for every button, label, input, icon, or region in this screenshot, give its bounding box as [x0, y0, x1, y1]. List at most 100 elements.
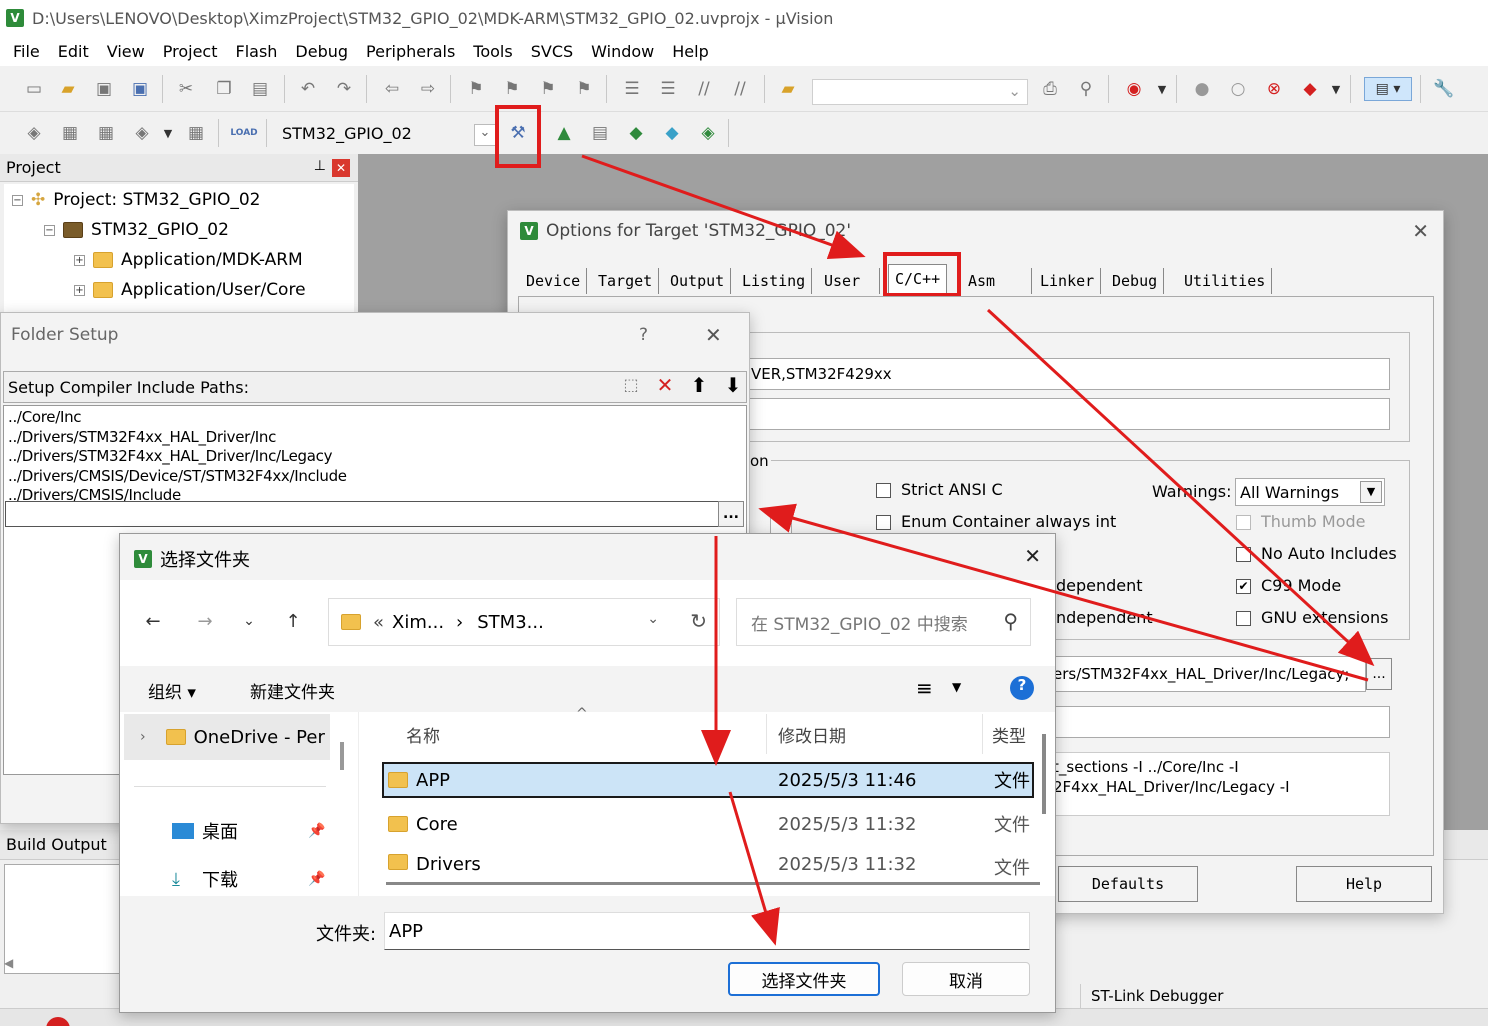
column-date[interactable]: 修改日期: [778, 722, 846, 747]
target-select[interactable]: STM32_GPIO_02 ⌄: [276, 120, 496, 148]
misc-controls-input[interactable]: [1052, 706, 1390, 738]
nav-scrollbar[interactable]: [340, 742, 344, 770]
manage-components-icon[interactable]: ▲: [552, 121, 576, 145]
paste-icon[interactable]: ▤: [248, 77, 272, 101]
new-folder-icon[interactable]: ⬚: [618, 375, 644, 399]
chevron-down-icon[interactable]: ⌄: [647, 611, 659, 627]
sort-up-icon[interactable]: ^: [576, 706, 588, 722]
search-input[interactable]: 在 STM32_GPIO_02 中搜索 ⚲: [736, 598, 1031, 646]
menu-peripherals[interactable]: Peripherals: [357, 42, 464, 61]
list-item[interactable]: ../Drivers/STM32F4xx_HAL_Driver/Inc: [8, 428, 746, 448]
chevron-down-icon[interactable]: ▼: [1360, 481, 1382, 503]
folder-name-input[interactable]: APP: [384, 912, 1030, 950]
list-item[interactable]: ../Drivers/STM32F4xx_HAL_Driver/Inc/Lega…: [8, 447, 746, 467]
comment-icon[interactable]: //: [692, 77, 716, 101]
redo-icon[interactable]: ↷: [332, 77, 356, 101]
pin-icon[interactable]: ⊥: [314, 158, 326, 174]
menu-flash[interactable]: Flash: [226, 42, 286, 61]
column-name[interactable]: 名称: [406, 722, 440, 747]
help-button[interactable]: Help: [1296, 866, 1432, 902]
menu-project[interactable]: Project: [154, 42, 227, 61]
new-folder-button[interactable]: 新建文件夹: [250, 678, 335, 703]
cancel-button[interactable]: 取消: [902, 962, 1030, 996]
chevron-down-icon[interactable]: ▼: [952, 680, 961, 694]
menu-edit[interactable]: Edit: [49, 42, 98, 61]
window-layout-icon[interactable]: ▤ ▾: [1364, 77, 1412, 101]
breadcrumb-item[interactable]: Xim...: [392, 612, 444, 633]
prev-bookmark-icon[interactable]: ⚑: [500, 77, 524, 101]
close-icon[interactable]: ✕: [1024, 544, 1041, 568]
menu-file[interactable]: File: [4, 42, 49, 61]
bookmark-icon[interactable]: ⚑: [464, 77, 488, 101]
nav-back-icon[interactable]: ⇦: [380, 77, 404, 101]
path-browse-button[interactable]: ...: [718, 501, 744, 527]
back-icon[interactable]: ←: [142, 610, 164, 632]
build-output-text[interactable]: [4, 864, 120, 974]
batch-build-icon[interactable]: ◈: [130, 121, 154, 145]
nav-item-downloads[interactable]: ⤓ 下载 📌: [172, 866, 325, 892]
build-icon[interactable]: ▦: [58, 121, 82, 145]
delete-icon[interactable]: ✕: [652, 373, 678, 399]
tab-user[interactable]: User: [818, 268, 880, 294]
breakpoint-icon[interactable]: ●: [1190, 77, 1214, 101]
tab-target[interactable]: Target: [592, 268, 660, 294]
select-packs-icon[interactable]: ▤: [588, 121, 612, 145]
menu-help[interactable]: Help: [663, 42, 717, 61]
view-options-icon[interactable]: ≡: [916, 676, 933, 700]
table-row[interactable]: Core 2025/5/3 11:32 文件: [382, 806, 1034, 842]
tree-node-project[interactable]: − ✣ Project: STM32_GPIO_02: [12, 186, 260, 214]
vertical-scrollbar[interactable]: [1042, 734, 1046, 814]
menu-debug[interactable]: Debug: [286, 42, 357, 61]
include-paths-input[interactable]: ers/STM32F4xx_HAL_Driver/Inc/Legacy;: [1052, 656, 1366, 692]
tree-node-target[interactable]: − STM32_GPIO_02: [44, 216, 229, 244]
cut-icon[interactable]: ✂: [174, 77, 198, 101]
nav-item-desktop[interactable]: 桌面 📌: [172, 818, 325, 844]
table-row[interactable]: APP 2025/5/3 11:46 文件: [382, 762, 1034, 798]
uncomment-icon[interactable]: //: [728, 77, 752, 101]
organize-menu[interactable]: 组织 ▾: [148, 678, 196, 703]
move-down-icon[interactable]: ⬇: [720, 373, 746, 399]
select-folder-button[interactable]: 选择文件夹: [728, 962, 880, 996]
next-bookmark-icon[interactable]: ⚑: [536, 77, 560, 101]
tab-asm[interactable]: Asm: [962, 268, 1032, 294]
chevron-down-icon[interactable]: ⌄: [474, 124, 496, 146]
chevron-down-icon[interactable]: ▼: [1150, 77, 1174, 101]
tree-node-group[interactable]: + Application/User/Core: [74, 276, 306, 304]
tab-listing[interactable]: Listing: [736, 268, 813, 294]
help-icon[interactable]: ?: [639, 325, 648, 345]
list-item[interactable]: ../Drivers/CMSIS/Device/ST/STM32F4xx/Inc…: [8, 467, 746, 487]
tab-linker[interactable]: Linker: [1034, 268, 1102, 294]
save-icon[interactable]: ▣: [92, 77, 116, 101]
nav-item-onedrive[interactable]: › OneDrive - Per: [124, 714, 330, 760]
chevron-down-icon[interactable]: ▼: [1324, 77, 1348, 101]
save-all-icon[interactable]: ▣: [128, 77, 152, 101]
optimization-dropdown[interactable]: ▼: [770, 512, 792, 534]
indent-icon[interactable]: ☰: [620, 77, 644, 101]
menu-tools[interactable]: Tools: [464, 42, 521, 61]
debug-session-icon[interactable]: ◉: [1122, 77, 1146, 101]
pin-icon[interactable]: 📌: [308, 871, 325, 887]
find-combo[interactable]: ⌄: [812, 79, 1028, 105]
strict-ansi-checkbox[interactable]: Strict ANSI C: [876, 480, 1003, 499]
chevron-down-icon[interactable]: ⌄: [238, 610, 260, 632]
enum-container-checkbox[interactable]: Enum Container always int: [876, 512, 1116, 531]
rte-icon[interactable]: ◆: [624, 121, 648, 145]
column-type[interactable]: 类型: [992, 722, 1026, 747]
breadcrumb-overflow[interactable]: «: [373, 612, 384, 633]
address-bar[interactable]: « Xim... › STM3... ⌄ ↻: [328, 598, 720, 646]
undo-icon[interactable]: ↶: [296, 77, 320, 101]
menu-view[interactable]: View: [98, 42, 154, 61]
c99-mode-checkbox[interactable]: ✔ C99 Mode: [1236, 576, 1341, 595]
close-icon[interactable]: ✕: [332, 159, 350, 177]
pin-icon[interactable]: 📌: [308, 823, 325, 839]
define-input[interactable]: VER,STM32F429xx: [748, 358, 1390, 390]
no-auto-includes-checkbox[interactable]: No Auto Includes: [1236, 544, 1397, 563]
clear-bookmarks-icon[interactable]: ⚑: [572, 77, 596, 101]
configure-icon[interactable]: 🔧: [1432, 77, 1456, 101]
horizontal-scrollbar[interactable]: [386, 882, 1040, 885]
tab-output[interactable]: Output: [664, 268, 732, 294]
table-row[interactable]: Drivers 2025/5/3 11:32 文件: [382, 850, 1034, 878]
move-up-icon[interactable]: ⬆: [686, 373, 712, 399]
menu-svcs[interactable]: SVCS: [522, 42, 582, 61]
help-icon[interactable]: ?: [1010, 676, 1034, 700]
